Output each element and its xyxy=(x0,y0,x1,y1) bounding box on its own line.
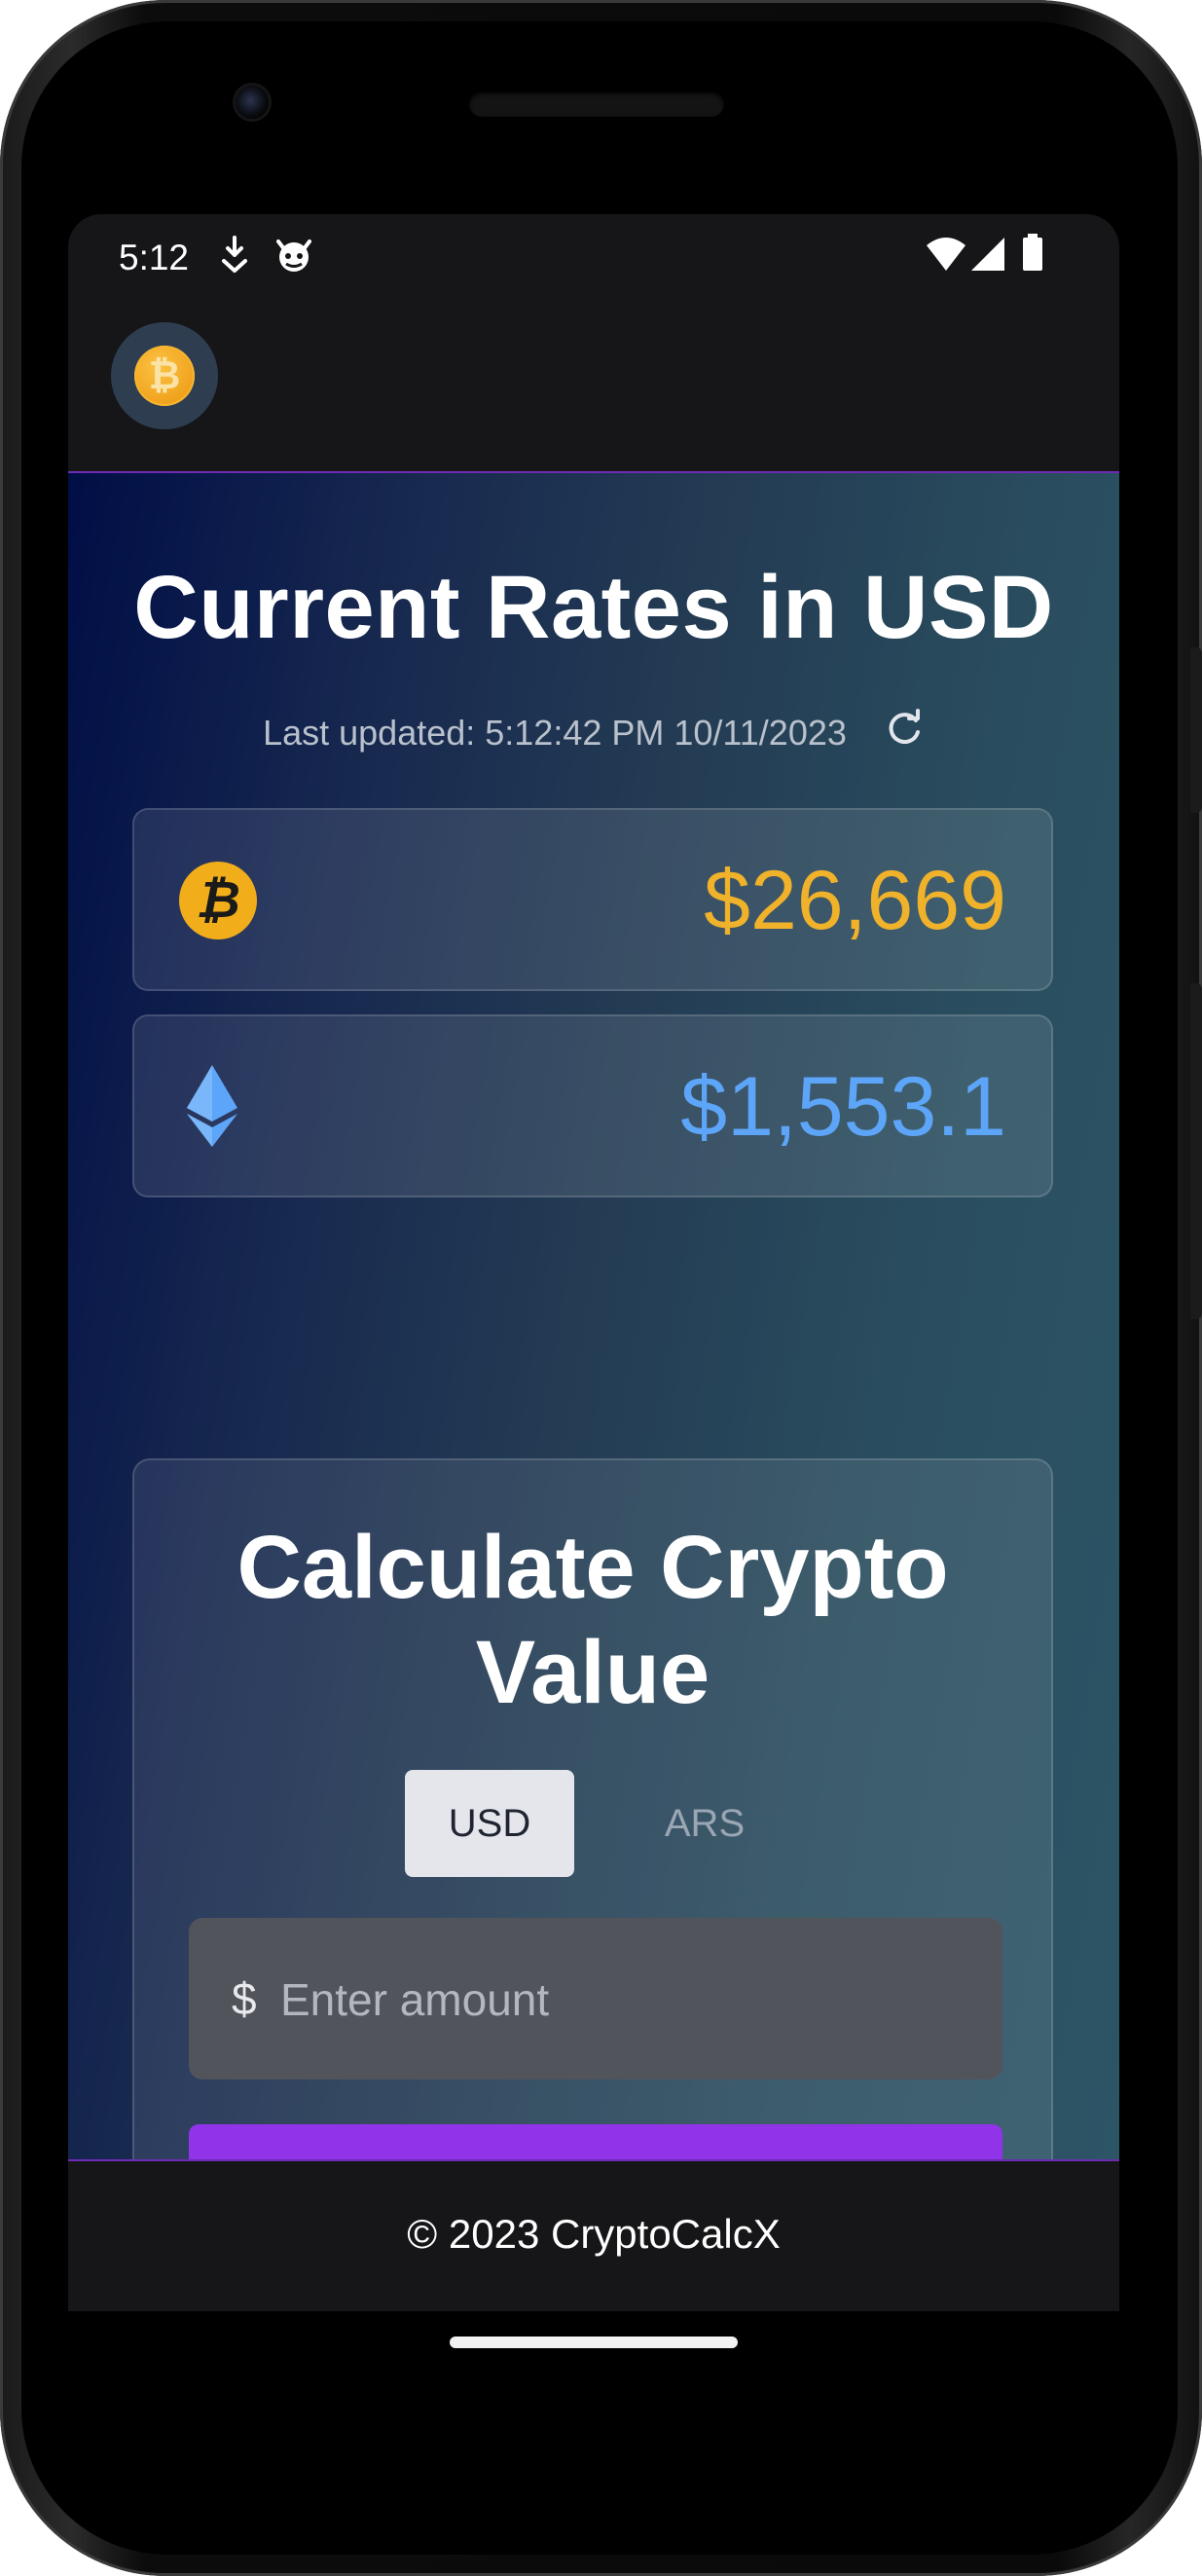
last-updated-text: Last updated: 5:12:42 PM 10/11/2023 xyxy=(263,713,847,753)
calculator-title: Calculate Crypto Value xyxy=(237,1518,949,1722)
footer: © 2023 CryptoCalcX xyxy=(68,2159,1119,2311)
ethereum-rate-value: $1,553.1 xyxy=(680,1060,1006,1154)
footer-text: © 2023 CryptoCalcX xyxy=(407,2211,781,2257)
currency-toggle-ars[interactable]: ARS xyxy=(607,1770,802,1877)
refresh-icon[interactable] xyxy=(886,708,925,756)
front-camera xyxy=(236,86,269,119)
bitcoin-rate-value: $26,669 xyxy=(704,854,1006,947)
ethereum-rate-card: $1,553.1 xyxy=(132,1014,1053,1197)
currency-toggle-usd[interactable]: USD xyxy=(405,1770,574,1877)
main-content: Current Rates in USD Last updated: 5:12:… xyxy=(68,473,1119,2286)
wifi-icon xyxy=(925,228,967,283)
logo-coin: ₿ xyxy=(134,346,195,406)
signal-icon xyxy=(969,228,1008,283)
ethereum-icon xyxy=(187,1065,237,1152)
phone-frame: 5:12 ₿ Current Rates in USD Last updated… xyxy=(0,0,1202,2576)
cat-face-icon xyxy=(273,228,315,283)
download-icon xyxy=(218,228,251,283)
volume-button xyxy=(1190,983,1202,1319)
app-header: ₿ xyxy=(68,302,1119,473)
home-indicator[interactable] xyxy=(450,2337,738,2348)
amount-input[interactable] xyxy=(278,1918,983,2081)
battery-icon xyxy=(1020,228,1045,283)
amount-field[interactable]: $ xyxy=(189,1918,1002,2081)
last-updated: Last updated: 5:12:42 PM 10/11/2023 xyxy=(68,708,1119,756)
dollar-prefix: $ xyxy=(232,1973,257,2024)
power-button xyxy=(1190,647,1202,813)
bitcoin-rate-card: ₿ $26,669 xyxy=(132,808,1053,991)
screen: 5:12 ₿ Current Rates in USD Last updated… xyxy=(68,214,1119,2311)
bitcoin-logo-icon[interactable]: ₿ xyxy=(111,322,218,429)
bitcoin-icon: ₿ xyxy=(179,862,257,939)
page-title: Current Rates in USD xyxy=(133,558,1054,657)
status-bar: 5:12 xyxy=(68,214,1119,302)
earpiece-speaker xyxy=(469,92,724,117)
status-time: 5:12 xyxy=(119,238,190,277)
